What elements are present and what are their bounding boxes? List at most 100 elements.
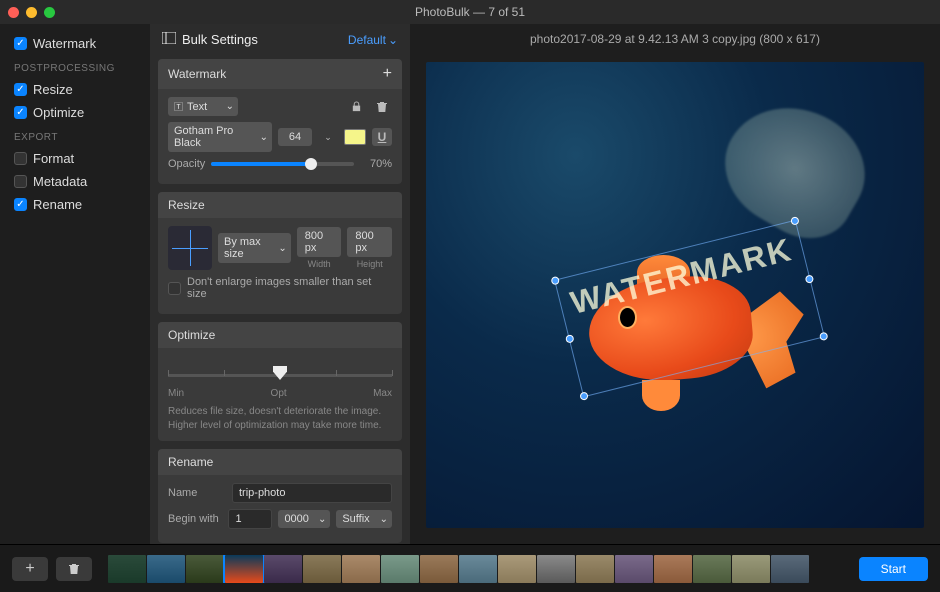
resize-handle[interactable] (805, 274, 815, 284)
resize-mode-select[interactable]: By max size (218, 233, 291, 263)
sidebar-label: Rename (33, 197, 82, 212)
watermark-panel: Watermark 🅃 Text Gotham Pro Black ⌄ (158, 59, 402, 184)
thumbnail[interactable] (615, 555, 653, 583)
sidebar-label: Watermark (33, 36, 96, 51)
begin-label: Begin with (168, 513, 222, 525)
optimize-note: Reduces file size, doesn't deteriorate t… (168, 405, 392, 433)
thumbnail[interactable] (147, 555, 185, 583)
text-type-icon: 🅃 (174, 100, 183, 113)
thumbnail[interactable] (537, 555, 575, 583)
height-input[interactable]: 800 px (347, 227, 392, 257)
close-window-button[interactable] (8, 7, 19, 18)
name-label: Name (168, 487, 226, 499)
checkbox-icon[interactable] (14, 83, 27, 96)
color-swatch[interactable] (344, 129, 366, 145)
resize-handle[interactable] (565, 334, 575, 344)
remove-image-button[interactable] (56, 557, 92, 581)
thumbnail[interactable] (654, 555, 692, 583)
opacity-slider[interactable] (211, 162, 354, 166)
suffix-select[interactable]: Suffix (336, 510, 392, 528)
height-label: Height (357, 259, 383, 269)
sidebar: Watermark POSTPROCESSING Resize Optimize… (0, 24, 150, 544)
settings-panel: Bulk Settings Default ⌄ Watermark 🅃 Text (150, 24, 410, 544)
start-button[interactable]: Start (859, 557, 928, 581)
lock-icon[interactable] (346, 98, 366, 116)
slider-thumb-icon[interactable] (273, 366, 287, 380)
panel-title: Rename (168, 455, 213, 469)
zoom-window-button[interactable] (44, 7, 55, 18)
thumbnail-strip (108, 555, 843, 583)
thumbnail[interactable] (225, 555, 263, 583)
width-input[interactable]: 800 px (297, 227, 342, 257)
thumbnail[interactable] (693, 555, 731, 583)
dont-enlarge-label: Don't enlarge images smaller than set si… (187, 276, 392, 300)
opacity-value: 70% (360, 158, 392, 170)
panel-title: Optimize (168, 328, 215, 342)
optimize-panel: Optimize Min Opt Max Reduces file size, … (158, 322, 402, 441)
checkbox-icon[interactable] (14, 175, 27, 188)
sidebar-item-watermark[interactable]: Watermark (0, 32, 150, 55)
font-select[interactable]: Gotham Pro Black (168, 122, 272, 152)
preset-dropdown[interactable]: Default ⌄ (348, 33, 398, 47)
sidebar-label: Resize (33, 82, 73, 97)
sidebar-item-format[interactable]: Format (0, 147, 150, 170)
select-value: Text (187, 101, 207, 113)
delete-watermark-button[interactable] (372, 98, 392, 116)
thumbnail[interactable] (771, 555, 809, 583)
checkbox-icon[interactable] (14, 37, 27, 50)
titlebar: PhotoBulk — 7 of 51 (0, 0, 940, 24)
thumbnail[interactable] (381, 555, 419, 583)
dont-enlarge-checkbox[interactable] (168, 282, 181, 295)
thumbnail[interactable] (576, 555, 614, 583)
max-label: Max (373, 388, 392, 399)
thumbnail[interactable] (498, 555, 536, 583)
digits-select[interactable]: 0000 (278, 510, 330, 528)
rename-name-input[interactable] (232, 483, 392, 503)
preset-label: Default (348, 33, 386, 47)
chevron-down-icon[interactable]: ⌄ (318, 128, 338, 146)
checkbox-icon[interactable] (14, 106, 27, 119)
thumbnail[interactable] (459, 555, 497, 583)
layout-icon (162, 32, 176, 47)
sidebar-item-metadata[interactable]: Metadata (0, 170, 150, 193)
sidebar-item-resize[interactable]: Resize (0, 78, 150, 101)
font-size-input[interactable] (278, 128, 312, 146)
minimize-window-button[interactable] (26, 7, 37, 18)
select-value: 0000 (284, 513, 308, 525)
resize-preview-icon (168, 226, 212, 270)
sidebar-heading-postprocessing: POSTPROCESSING (0, 55, 150, 78)
watermark-type-select[interactable]: 🅃 Text (168, 97, 238, 116)
underline-button[interactable]: U (372, 128, 392, 146)
opt-label: Opt (271, 388, 287, 399)
opacity-label: Opacity (168, 158, 205, 170)
thumbnail[interactable] (108, 555, 146, 583)
thumbnail[interactable] (264, 555, 302, 583)
checkbox-icon[interactable] (14, 152, 27, 165)
begin-with-input[interactable] (228, 509, 272, 529)
sidebar-label: Format (33, 151, 74, 166)
sidebar-item-optimize[interactable]: Optimize (0, 101, 150, 124)
settings-title: Bulk Settings (182, 32, 258, 47)
add-watermark-button[interactable] (383, 65, 392, 83)
optimize-slider[interactable] (168, 360, 392, 384)
thumbnail[interactable] (342, 555, 380, 583)
thumbnail[interactable] (732, 555, 770, 583)
sidebar-label: Optimize (33, 105, 84, 120)
select-value: By max size (224, 236, 277, 260)
rename-panel: Rename Name Begin with 0000 Suffix (158, 449, 402, 543)
thumbnail[interactable] (420, 555, 458, 583)
preview-image[interactable]: WATERMARK (426, 62, 924, 528)
resize-handle[interactable] (819, 332, 829, 342)
thumbnail[interactable] (186, 555, 224, 583)
window-title: PhotoBulk — 7 of 51 (415, 5, 525, 19)
footer: Start (0, 544, 940, 592)
sidebar-heading-export: EXPORT (0, 124, 150, 147)
checkbox-icon[interactable] (14, 198, 27, 211)
sidebar-item-rename[interactable]: Rename (0, 193, 150, 216)
thumbnail[interactable] (303, 555, 341, 583)
watermark-text[interactable]: WATERMARK (556, 221, 806, 321)
sidebar-label: Metadata (33, 174, 87, 189)
panel-title: Resize (168, 198, 205, 212)
add-images-button[interactable] (12, 557, 48, 581)
preview-pane: photo2017-08-29 at 9.42.13 AM 3 copy.jpg… (410, 24, 940, 544)
